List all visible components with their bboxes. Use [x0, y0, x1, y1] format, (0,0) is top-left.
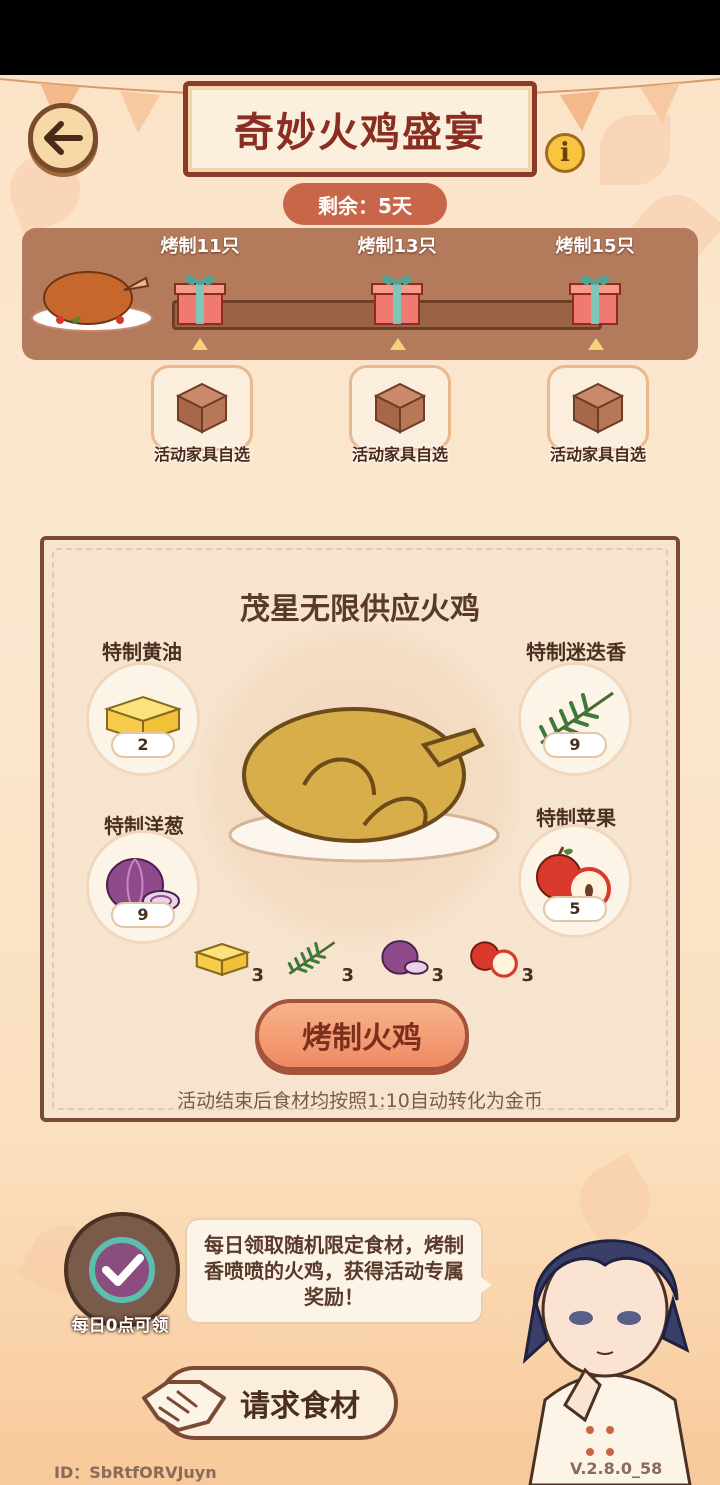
roast-turkey-button[interactable]: 烤制火鸡 — [255, 999, 469, 1071]
ingredient-butter[interactable] — [86, 662, 200, 776]
milestone-marker — [390, 338, 406, 350]
reward-card[interactable] — [151, 365, 253, 451]
reward-card[interactable] — [349, 365, 451, 451]
ingredient-count: 9 — [111, 902, 175, 928]
player-id: ID：SbRtfORVJuyn — [54, 1463, 217, 1482]
conversion-note: 活动结束后食材均按照1:10自动转化为金币 — [177, 1090, 543, 1112]
page-title: 奇妙火鸡盛宴 — [234, 110, 486, 156]
info-icon: i — [560, 138, 570, 168]
furniture-box-icon — [571, 382, 625, 434]
furniture-box-icon — [175, 382, 229, 434]
requirement-count: 3 — [251, 965, 264, 986]
remaining-days-badge: 剩余：5天 — [283, 183, 447, 225]
requirement-count: 3 — [341, 965, 354, 986]
gift-icon[interactable] — [569, 270, 621, 326]
requirement-onion: 3 — [374, 936, 444, 986]
onion-icon — [381, 940, 429, 975]
panel-title: 茂星无限供应火鸡 — [240, 592, 480, 627]
apple-icon — [470, 941, 518, 978]
rosemary-icon — [287, 941, 336, 975]
requirement-count: 3 — [521, 965, 534, 986]
ingredient-label: 特制迷迭香 — [526, 640, 626, 664]
requirement-count: 3 — [431, 965, 444, 986]
milestone-label: 烤制15只 — [555, 236, 635, 257]
reward-label: 活动家具自选 — [153, 445, 250, 464]
title-banner: 奇妙火鸡盛宴 — [183, 81, 537, 177]
milestone-label: 烤制13只 — [357, 236, 437, 257]
requirement-apple: 3 — [464, 936, 534, 986]
roast-panel: 茂星无限供应火鸡 特制黄油 2 特制迷迭香 9 特制洋葱 9 特制苹果 5 3 … — [40, 536, 680, 1122]
raw-turkey-icon — [228, 707, 500, 863]
event-screen: 奇妙火鸡盛宴 i 剩余：5天 烤制11只 烤制13只 烤制15只 活动家具自选 … — [0, 75, 720, 1485]
ingredient-label: 特制黄油 — [102, 640, 182, 664]
arrow-left-icon — [44, 121, 83, 155]
reward-card[interactable] — [547, 365, 649, 451]
daily-claim-label: 每日0点可领 — [71, 1316, 169, 1336]
reward-label: 活动家具自选 — [549, 445, 646, 464]
checkmark-icon — [88, 1236, 156, 1304]
ingredient-count: 5 — [543, 896, 607, 922]
ingredient-count: 2 — [111, 732, 175, 758]
gift-icon[interactable] — [174, 270, 226, 326]
gift-icon[interactable] — [371, 270, 423, 326]
version-label: V.2.8.0_58 — [570, 1459, 663, 1478]
milestone-label: 烤制11只 — [160, 236, 240, 257]
chef-character-illustration — [522, 1239, 692, 1485]
speech-tail — [478, 1275, 492, 1295]
reward-label: 活动家具自选 — [351, 445, 448, 464]
handshake-icon — [142, 1380, 226, 1432]
milestone-marker — [192, 338, 208, 350]
status-bar — [0, 0, 720, 75]
ingredient-rosemary[interactable] — [518, 662, 632, 776]
info-button[interactable]: i — [545, 133, 585, 173]
milestone-marker — [588, 338, 604, 350]
roast-turkey-icon — [31, 271, 153, 332]
ingredient-count: 9 — [543, 732, 607, 758]
hint-speech-bubble: 每日领取随机限定食材，烤制香喷喷的火鸡，获得活动专属奖励！ — [185, 1218, 483, 1324]
butter-icon — [193, 942, 251, 977]
requirement-butter: 3 — [193, 936, 264, 986]
requirement-rosemary: 3 — [284, 936, 354, 986]
back-button[interactable] — [28, 103, 98, 173]
furniture-box-icon — [373, 382, 427, 434]
